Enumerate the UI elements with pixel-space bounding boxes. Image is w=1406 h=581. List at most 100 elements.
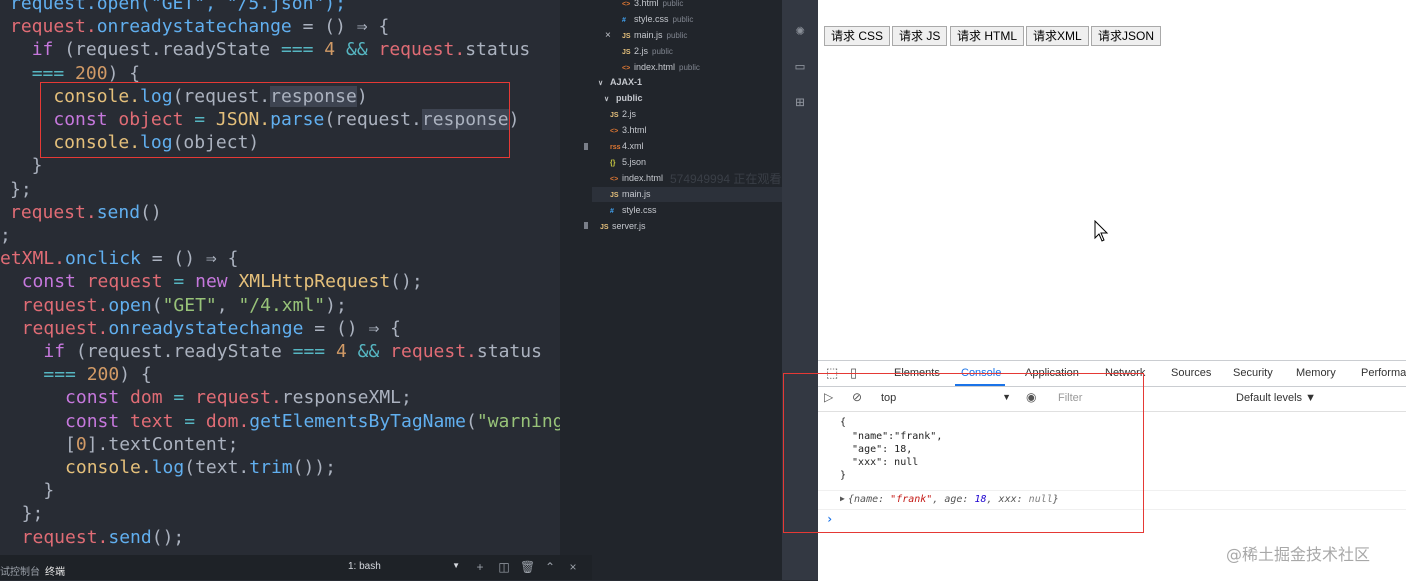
tree-item-label: 2.js (634, 46, 649, 56)
code-token: === (43, 364, 76, 386)
file-item[interactable]: rss4.xml (610, 139, 644, 154)
code-token: responseXML (281, 387, 402, 409)
code-line: request.onreadystatechange = () ⇒ { (0, 317, 401, 340)
close-panel-icon[interactable]: × (566, 560, 580, 574)
html-file-icon: <> (622, 1, 631, 8)
request-js-button[interactable]: 请求 JS (892, 26, 948, 46)
request-json-button[interactable]: 请求JSON (1091, 26, 1162, 46)
file-item[interactable]: <> 3.html public (622, 0, 683, 11)
code-token: } (10, 155, 43, 177)
tab-terminal[interactable]: 终端 (45, 563, 65, 578)
tree-item-label: main.js (622, 189, 651, 199)
tree-item-label: index.html (634, 62, 676, 72)
code-token: console. (0, 457, 152, 478)
tree-item-label: style.css (634, 14, 669, 24)
maximize-panel-icon[interactable]: ⌃ (543, 560, 557, 574)
code-token: "GET" (162, 294, 217, 316)
extensions-icon[interactable]: ⊞ (790, 92, 810, 112)
code-token: etXML. (0, 248, 66, 270)
js-file-icon: JS (622, 33, 631, 40)
code-token: (text. (184, 457, 250, 478)
code-token: 200 (64, 62, 108, 84)
code-token: request. (184, 387, 282, 409)
code-token: const (65, 387, 120, 409)
code-token: (request.readyState (53, 39, 281, 61)
code-token: send (96, 201, 141, 223)
code-line: }; (0, 502, 44, 525)
file-item[interactable]: # style.css (610, 203, 657, 218)
file-item[interactable]: <> 3.html (610, 123, 647, 138)
tab-memory[interactable]: Memory (1296, 367, 1336, 379)
code-token: dom. (195, 410, 250, 432)
code-token: send (108, 526, 152, 548)
tree-item-label: public (616, 93, 643, 103)
file-explorer: <> 3.html public # style.css public × JS main.js… (592, 0, 782, 580)
folder-item[interactable]: ∨ public (604, 91, 643, 106)
js-file-icon: JS (600, 224, 609, 231)
file-item[interactable]: JS main.js (592, 187, 782, 202)
json-file-icon: {} (610, 160, 616, 167)
request-css-button[interactable]: 请求 CSS (824, 26, 891, 46)
code-token: }; (10, 178, 32, 200)
code-token: "/4.xml" (238, 294, 326, 316)
tree-item-label: 4.xml (622, 141, 644, 151)
file-item[interactable]: <> index.html (610, 171, 663, 186)
code-line: console.log(text.trim()); (0, 456, 336, 479)
code-token: ); (325, 294, 347, 316)
code-token: = (173, 387, 185, 409)
code-token: 200 (75, 364, 120, 386)
code-token: && (357, 341, 380, 362)
code-token: XMLHttpRequest (238, 271, 391, 293)
code-line: const text = dom.getElementsByTagName("w… (0, 410, 560, 433)
code-token: } (0, 480, 55, 502)
tab-performance[interactable]: Performa (1361, 367, 1406, 379)
terminal-selector[interactable]: 1: bash ▼ (348, 561, 460, 575)
code-token: 0 (75, 433, 87, 455)
file-item[interactable]: × JS main.js public (605, 28, 687, 43)
tree-item-label: 5.json (622, 157, 647, 167)
code-token: const (65, 410, 120, 432)
request-html-button[interactable]: 请求 HTML (950, 26, 1025, 46)
code-token: onreadystatechange (96, 16, 292, 38)
code-token: , (216, 294, 239, 316)
add-terminal-icon[interactable]: + (473, 560, 487, 574)
code-token: 4 (325, 341, 358, 362)
tree-item-path-hint: public (662, 0, 684, 8)
code-token: const (21, 271, 76, 293)
tab-security[interactable]: Security (1233, 367, 1273, 379)
remote-explorer-icon[interactable]: ▭ (790, 56, 810, 76)
tab-debug-console[interactable]: 试控制台 (0, 563, 40, 578)
editor-scrollbar[interactable] (560, 0, 592, 555)
log-levels-dropdown[interactable]: Default levels ▼ (1236, 392, 1316, 404)
trash-icon[interactable]: 🗑 (520, 560, 535, 574)
code-line: request.onreadystatechange = () ⇒ { (10, 15, 389, 38)
code-token: }; (0, 503, 44, 525)
css-file-icon: # (622, 17, 626, 24)
folder-file-icon: ∨ (598, 80, 604, 87)
mouse-cursor-icon (1094, 220, 1109, 242)
file-item[interactable]: JS 2.js (610, 107, 636, 122)
html-file-icon: <> (610, 176, 619, 183)
tree-item-label: 3.html (622, 125, 647, 135)
file-item[interactable]: {} 5.json (610, 155, 646, 170)
folder-item[interactable]: ∨ AJAX-1 (598, 75, 642, 90)
file-item[interactable]: # style.css public (622, 12, 693, 27)
code-line: ; (0, 224, 11, 247)
tab-sources[interactable]: Sources (1171, 367, 1211, 379)
code-token: (request.readyState (65, 341, 293, 362)
debug-icon[interactable]: ✺ (790, 20, 810, 40)
close-icon[interactable]: × (605, 28, 611, 43)
tree-item-label: main.js (634, 30, 663, 40)
request-xml-button[interactable]: 请求XML (1026, 26, 1089, 46)
code-token: ) { (119, 364, 152, 386)
file-item[interactable]: JS 2.js public (622, 44, 673, 59)
code-token: request. (0, 317, 109, 339)
split-terminal-icon[interactable]: ◫ (497, 560, 511, 574)
file-item[interactable]: <> index.html public (622, 60, 700, 75)
code-token: request. (379, 341, 477, 362)
file-item[interactable]: JS server.js (600, 219, 646, 234)
